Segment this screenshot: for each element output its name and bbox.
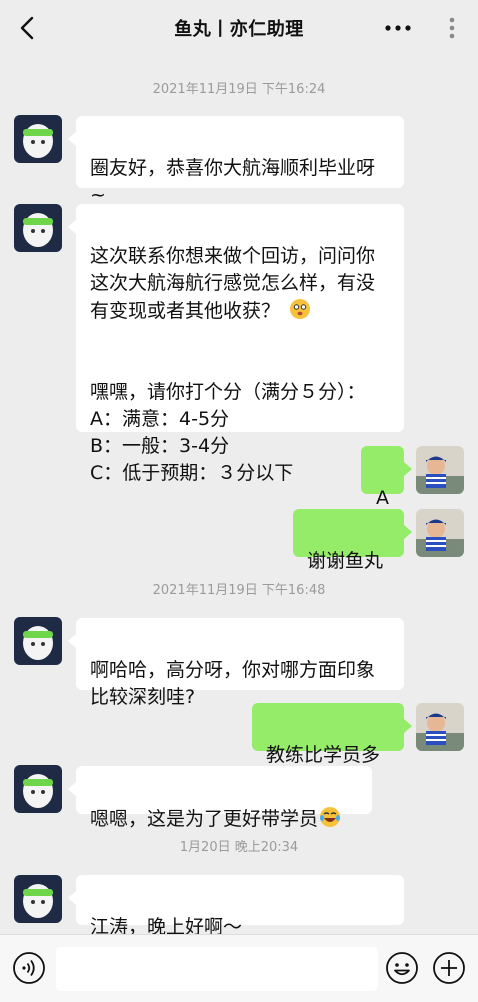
message-bubble[interactable]: 圈友好，恭喜你大航海顺利毕业呀~: [68, 116, 404, 232]
message-text: 谢谢鱼丸: [307, 550, 384, 572]
message-bubble[interactable]: 这次联系你想来做个回访，问问你 这次大航海航行感觉怎么样，有没 有变现或者其他收…: [68, 204, 404, 484]
timestamp: 2021年11月19日 下午16:48: [152, 583, 326, 598]
contact-avatar[interactable]: [14, 617, 62, 665]
contact-avatar[interactable]: [14, 765, 62, 813]
vertical-dots-icon[interactable]: [440, 12, 464, 44]
message-bubble[interactable]: 啊哈哈，高分呀，你对哪方面印象 比较深刻哇?: [68, 618, 404, 708]
message-text: 这次联系你想来做个回访，问问你 这次大航海航行感觉怎么样，有没 有变现或者其他收…: [90, 245, 376, 322]
user-avatar[interactable]: [416, 509, 464, 557]
user-avatar[interactable]: [416, 446, 464, 494]
message-text: 教练比学员多: [266, 744, 381, 766]
more-dots-icon[interactable]: [380, 16, 416, 40]
dizzy-face-emoji-icon: [290, 299, 311, 319]
user-avatar[interactable]: [416, 703, 464, 751]
message-bubble[interactable]: 嗯嗯，这是为了更好带学员: [68, 766, 372, 830]
contact-avatar[interactable]: [14, 115, 62, 163]
chat-title: 鱼丸丨亦仁助理: [174, 19, 304, 40]
timestamp: 1月20日 晚上20:34: [179, 840, 299, 855]
tears-of-joy-emoji-icon: [320, 807, 341, 827]
contact-avatar[interactable]: [14, 204, 62, 252]
emoji-icon[interactable]: [385, 951, 419, 985]
message-bubble[interactable]: 江涛，晚上好啊～: [68, 875, 404, 938]
message-input[interactable]: [56, 947, 378, 991]
message-bubble[interactable]: 谢谢鱼丸: [293, 509, 412, 572]
message-text: 嘿嘿，请你打个分（满分５分）： A：满意：4-5分 B：一般：3-4分 C：低于…: [90, 381, 366, 484]
input-bar: [0, 934, 478, 1002]
message-text: 啊哈哈，高分呀，你对哪方面印象 比较深刻哇?: [90, 659, 376, 708]
back-arrow-icon[interactable]: [10, 10, 46, 46]
plus-icon[interactable]: [432, 951, 466, 985]
message-bubble[interactable]: A: [361, 446, 412, 509]
message-text: 圈友好，恭喜你大航海顺利毕业呀~: [90, 157, 376, 206]
voice-icon[interactable]: [12, 951, 46, 985]
contact-avatar[interactable]: [14, 875, 62, 923]
message-bubble[interactable]: 教练比学员多: [252, 703, 412, 766]
timestamp: 2021年11月19日 下午16:24: [152, 82, 326, 97]
message-text: A: [376, 487, 389, 509]
message-text: 嗯嗯，这是为了更好带学员: [90, 808, 319, 830]
chat-header: 鱼丸丨亦仁助理: [0, 0, 478, 56]
